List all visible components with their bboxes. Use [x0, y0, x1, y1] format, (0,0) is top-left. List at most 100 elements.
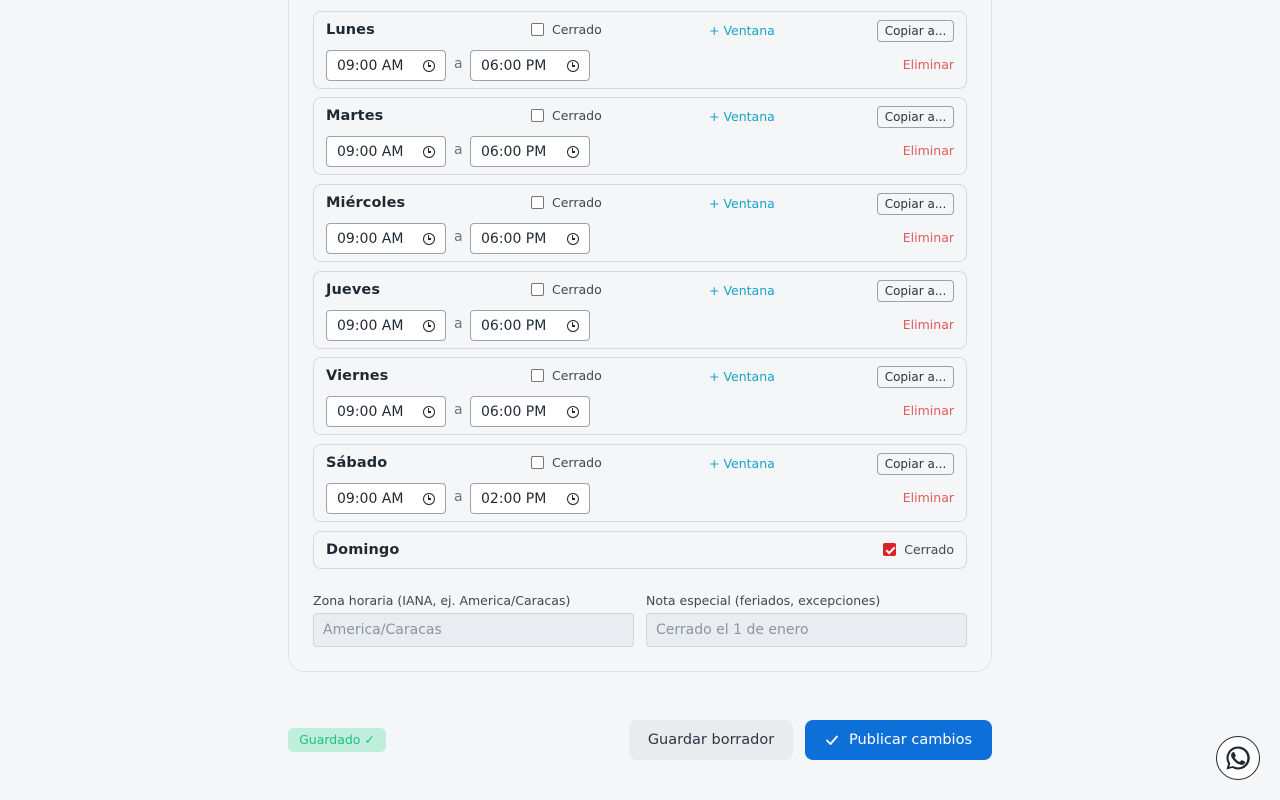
clock-icon[interactable] — [567, 145, 579, 158]
day-row-jueves: Jueves Cerrado + Ventana Copiar a... 09:… — [313, 271, 967, 349]
save-draft-button[interactable]: Guardar borrador — [629, 720, 793, 760]
add-window-link[interactable]: + Ventana — [709, 109, 775, 124]
start-time-value: 09:00 AM — [337, 230, 404, 247]
time-separator: a — [454, 402, 463, 418]
start-time-input[interactable]: 09:00 AM — [326, 136, 446, 167]
end-time-input[interactable]: 02:00 PM — [470, 483, 590, 514]
delete-window-link[interactable]: Eliminar — [903, 490, 954, 505]
closed-toggle[interactable]: Cerrado — [883, 542, 954, 557]
add-window-link[interactable]: + Ventana — [709, 456, 775, 471]
end-time-value: 06:00 PM — [481, 143, 547, 160]
time-separator: a — [454, 142, 463, 158]
end-time-value: 06:00 PM — [481, 230, 547, 247]
end-time-value: 06:00 PM — [481, 403, 547, 420]
start-time-input[interactable]: 09:00 AM — [326, 50, 446, 81]
copy-to-button[interactable]: Copiar a... — [877, 280, 954, 302]
start-time-value: 09:00 AM — [337, 57, 404, 74]
day-row-martes: Martes Cerrado + Ventana Copiar a... 09:… — [313, 97, 967, 175]
publish-changes-button[interactable]: Publicar cambios — [805, 720, 992, 760]
start-time-value: 09:00 AM — [337, 403, 404, 420]
start-time-input[interactable]: 09:00 AM — [326, 483, 446, 514]
closed-toggle[interactable]: Cerrado — [531, 22, 602, 37]
note-label: Nota especial (feriados, excepciones) — [646, 593, 881, 608]
end-time-input[interactable]: 06:00 PM — [470, 223, 590, 254]
copy-to-button[interactable]: Copiar a... — [877, 106, 954, 128]
copy-to-button[interactable]: Copiar a... — [877, 20, 954, 42]
clock-icon[interactable] — [567, 492, 579, 505]
closed-label: Cerrado — [552, 108, 602, 123]
day-name: Miércoles — [326, 195, 406, 211]
check-icon — [826, 735, 838, 745]
closed-checkbox[interactable] — [531, 456, 544, 469]
end-time-input[interactable]: 06:00 PM — [470, 136, 590, 167]
copy-to-button[interactable]: Copiar a... — [877, 453, 954, 475]
start-time-value: 09:00 AM — [337, 317, 404, 334]
day-name: Martes — [326, 108, 384, 124]
day-row-lunes: Lunes Cerrado + Ventana Copiar a... 09:0… — [313, 11, 967, 89]
clock-icon[interactable] — [567, 319, 579, 332]
clock-icon[interactable] — [423, 319, 435, 332]
time-separator: a — [454, 56, 463, 72]
day-row-miercoles: Miércoles Cerrado + Ventana Copiar a... … — [313, 184, 967, 262]
clock-icon[interactable] — [567, 405, 579, 418]
clock-icon[interactable] — [567, 59, 579, 72]
add-window-link[interactable]: + Ventana — [709, 369, 775, 384]
end-time-input[interactable]: 06:00 PM — [470, 396, 590, 427]
delete-window-link[interactable]: Eliminar — [903, 317, 954, 332]
note-input[interactable]: Cerrado el 1 de enero — [646, 613, 967, 647]
day-name: Viernes — [326, 368, 389, 384]
closed-toggle[interactable]: Cerrado — [531, 455, 602, 470]
timezone-input[interactable]: America/Caracas — [313, 613, 634, 647]
closed-checkbox[interactable] — [531, 196, 544, 209]
delete-window-link[interactable]: Eliminar — [903, 57, 954, 72]
closed-label: Cerrado — [552, 368, 602, 383]
day-row-viernes: Viernes Cerrado + Ventana Copiar a... 09… — [313, 357, 967, 435]
clock-icon[interactable] — [423, 232, 435, 245]
closed-toggle[interactable]: Cerrado — [531, 195, 602, 210]
day-name: Lunes — [326, 22, 375, 38]
closed-toggle[interactable]: Cerrado — [531, 108, 602, 123]
add-window-link[interactable]: + Ventana — [709, 283, 775, 298]
day-row-domingo: Domingo Cerrado — [313, 531, 967, 569]
time-separator: a — [454, 489, 463, 505]
closed-checkbox[interactable] — [531, 109, 544, 122]
closed-checkbox[interactable] — [531, 23, 544, 36]
end-time-input[interactable]: 06:00 PM — [470, 50, 590, 81]
timezone-label: Zona horaria (IANA, ej. America/Caracas) — [313, 593, 571, 608]
copy-to-button[interactable]: Copiar a... — [877, 193, 954, 215]
clock-icon[interactable] — [567, 232, 579, 245]
day-name: Domingo — [326, 542, 400, 558]
delete-window-link[interactable]: Eliminar — [903, 230, 954, 245]
start-time-value: 09:00 AM — [337, 143, 404, 160]
closed-checkbox[interactable] — [531, 369, 544, 382]
add-window-link[interactable]: + Ventana — [709, 23, 775, 38]
closed-label: Cerrado — [552, 195, 602, 210]
saved-status-badge: Guardado ✓ — [288, 728, 386, 752]
clock-icon[interactable] — [423, 492, 435, 505]
delete-window-link[interactable]: Eliminar — [903, 403, 954, 418]
copy-to-button[interactable]: Copiar a... — [877, 366, 954, 388]
clock-icon[interactable] — [423, 145, 435, 158]
clock-icon[interactable] — [423, 59, 435, 72]
closed-label: Cerrado — [552, 22, 602, 37]
day-name: Jueves — [326, 282, 381, 298]
delete-window-link[interactable]: Eliminar — [903, 143, 954, 158]
closed-label: Cerrado — [552, 455, 602, 470]
closed-toggle[interactable]: Cerrado — [531, 282, 602, 297]
clock-icon[interactable] — [423, 405, 435, 418]
end-time-input[interactable]: 06:00 PM — [470, 310, 590, 341]
time-separator: a — [454, 316, 463, 332]
closed-label: Cerrado — [904, 542, 954, 557]
start-time-input[interactable]: 09:00 AM — [326, 396, 446, 427]
closed-label: Cerrado — [552, 282, 602, 297]
whatsapp-button[interactable] — [1216, 736, 1260, 780]
add-window-link[interactable]: + Ventana — [709, 196, 775, 211]
publish-label: Publicar cambios — [848, 732, 972, 748]
closed-checkbox[interactable] — [883, 543, 897, 556]
closed-toggle[interactable]: Cerrado — [531, 368, 602, 383]
time-separator: a — [454, 229, 463, 245]
start-time-input[interactable]: 09:00 AM — [326, 223, 446, 254]
closed-checkbox[interactable] — [531, 283, 544, 296]
start-time-input[interactable]: 09:00 AM — [326, 310, 446, 341]
end-time-value: 06:00 PM — [481, 317, 547, 334]
